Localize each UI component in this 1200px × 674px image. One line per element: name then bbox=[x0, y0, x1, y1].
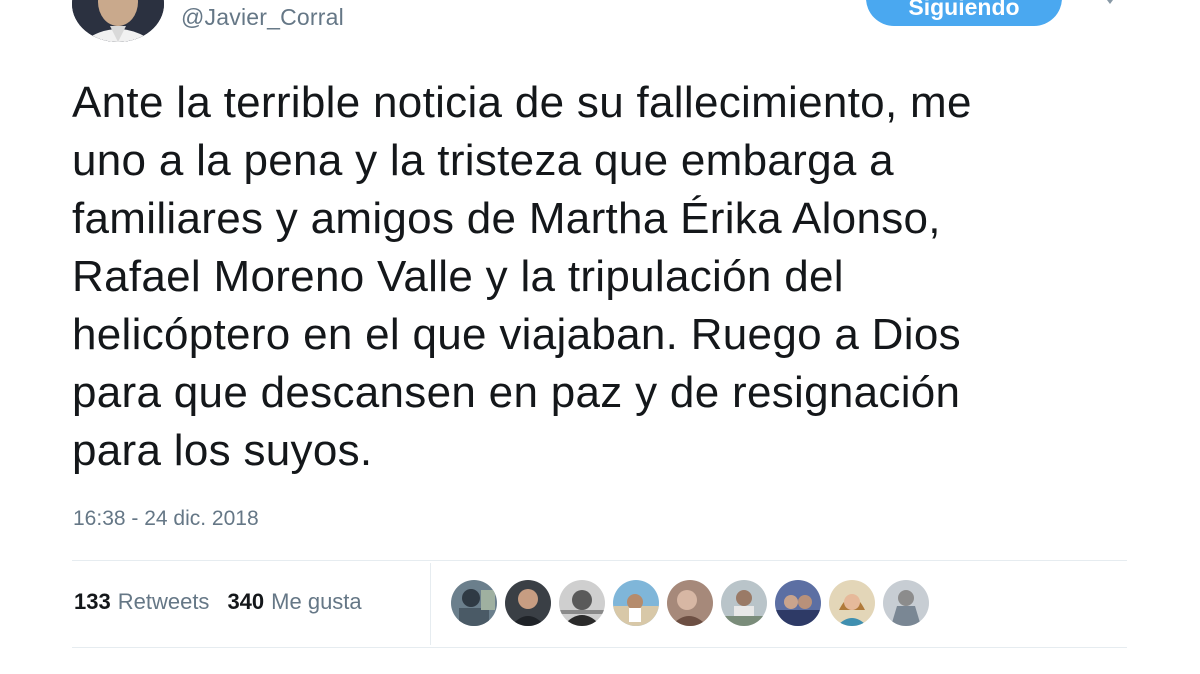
retweets-stat[interactable]: 133 Retweets bbox=[74, 589, 209, 615]
tweet-stats: 133 Retweets 340 Me gusta bbox=[74, 589, 362, 615]
likes-count: 340 bbox=[227, 589, 265, 614]
author-handle[interactable]: @Javier_Corral bbox=[181, 4, 344, 31]
likes-stat[interactable]: 340 Me gusta bbox=[227, 589, 361, 615]
retweets-count: 133 bbox=[74, 589, 111, 614]
divider bbox=[72, 647, 1127, 648]
liker-avatar[interactable] bbox=[829, 580, 875, 626]
stats-separator bbox=[430, 563, 431, 645]
tweet-detail: @Javier_Corral Siguiendo Ante la terribl… bbox=[0, 0, 1200, 674]
likers-avatars bbox=[451, 580, 929, 626]
chevron-down-icon[interactable] bbox=[1102, 0, 1118, 6]
liker-avatar[interactable] bbox=[559, 580, 605, 626]
divider bbox=[72, 560, 1127, 561]
liker-avatar[interactable] bbox=[451, 580, 497, 626]
liker-avatar[interactable] bbox=[775, 580, 821, 626]
liker-avatar[interactable] bbox=[883, 580, 929, 626]
likes-label: Me gusta bbox=[271, 589, 362, 614]
liker-avatar[interactable] bbox=[721, 580, 767, 626]
retweets-label: Retweets bbox=[117, 589, 210, 614]
liker-avatar[interactable] bbox=[505, 580, 551, 626]
tweet-text: Ante la terrible noticia de su fallecimi… bbox=[72, 78, 972, 475]
liker-avatar[interactable] bbox=[613, 580, 659, 626]
liker-avatar[interactable] bbox=[667, 580, 713, 626]
tweet-timestamp[interactable]: 16:38 - 24 dic. 2018 bbox=[73, 507, 259, 531]
author-avatar[interactable] bbox=[72, 0, 164, 42]
following-button[interactable]: Siguiendo bbox=[866, 0, 1062, 26]
